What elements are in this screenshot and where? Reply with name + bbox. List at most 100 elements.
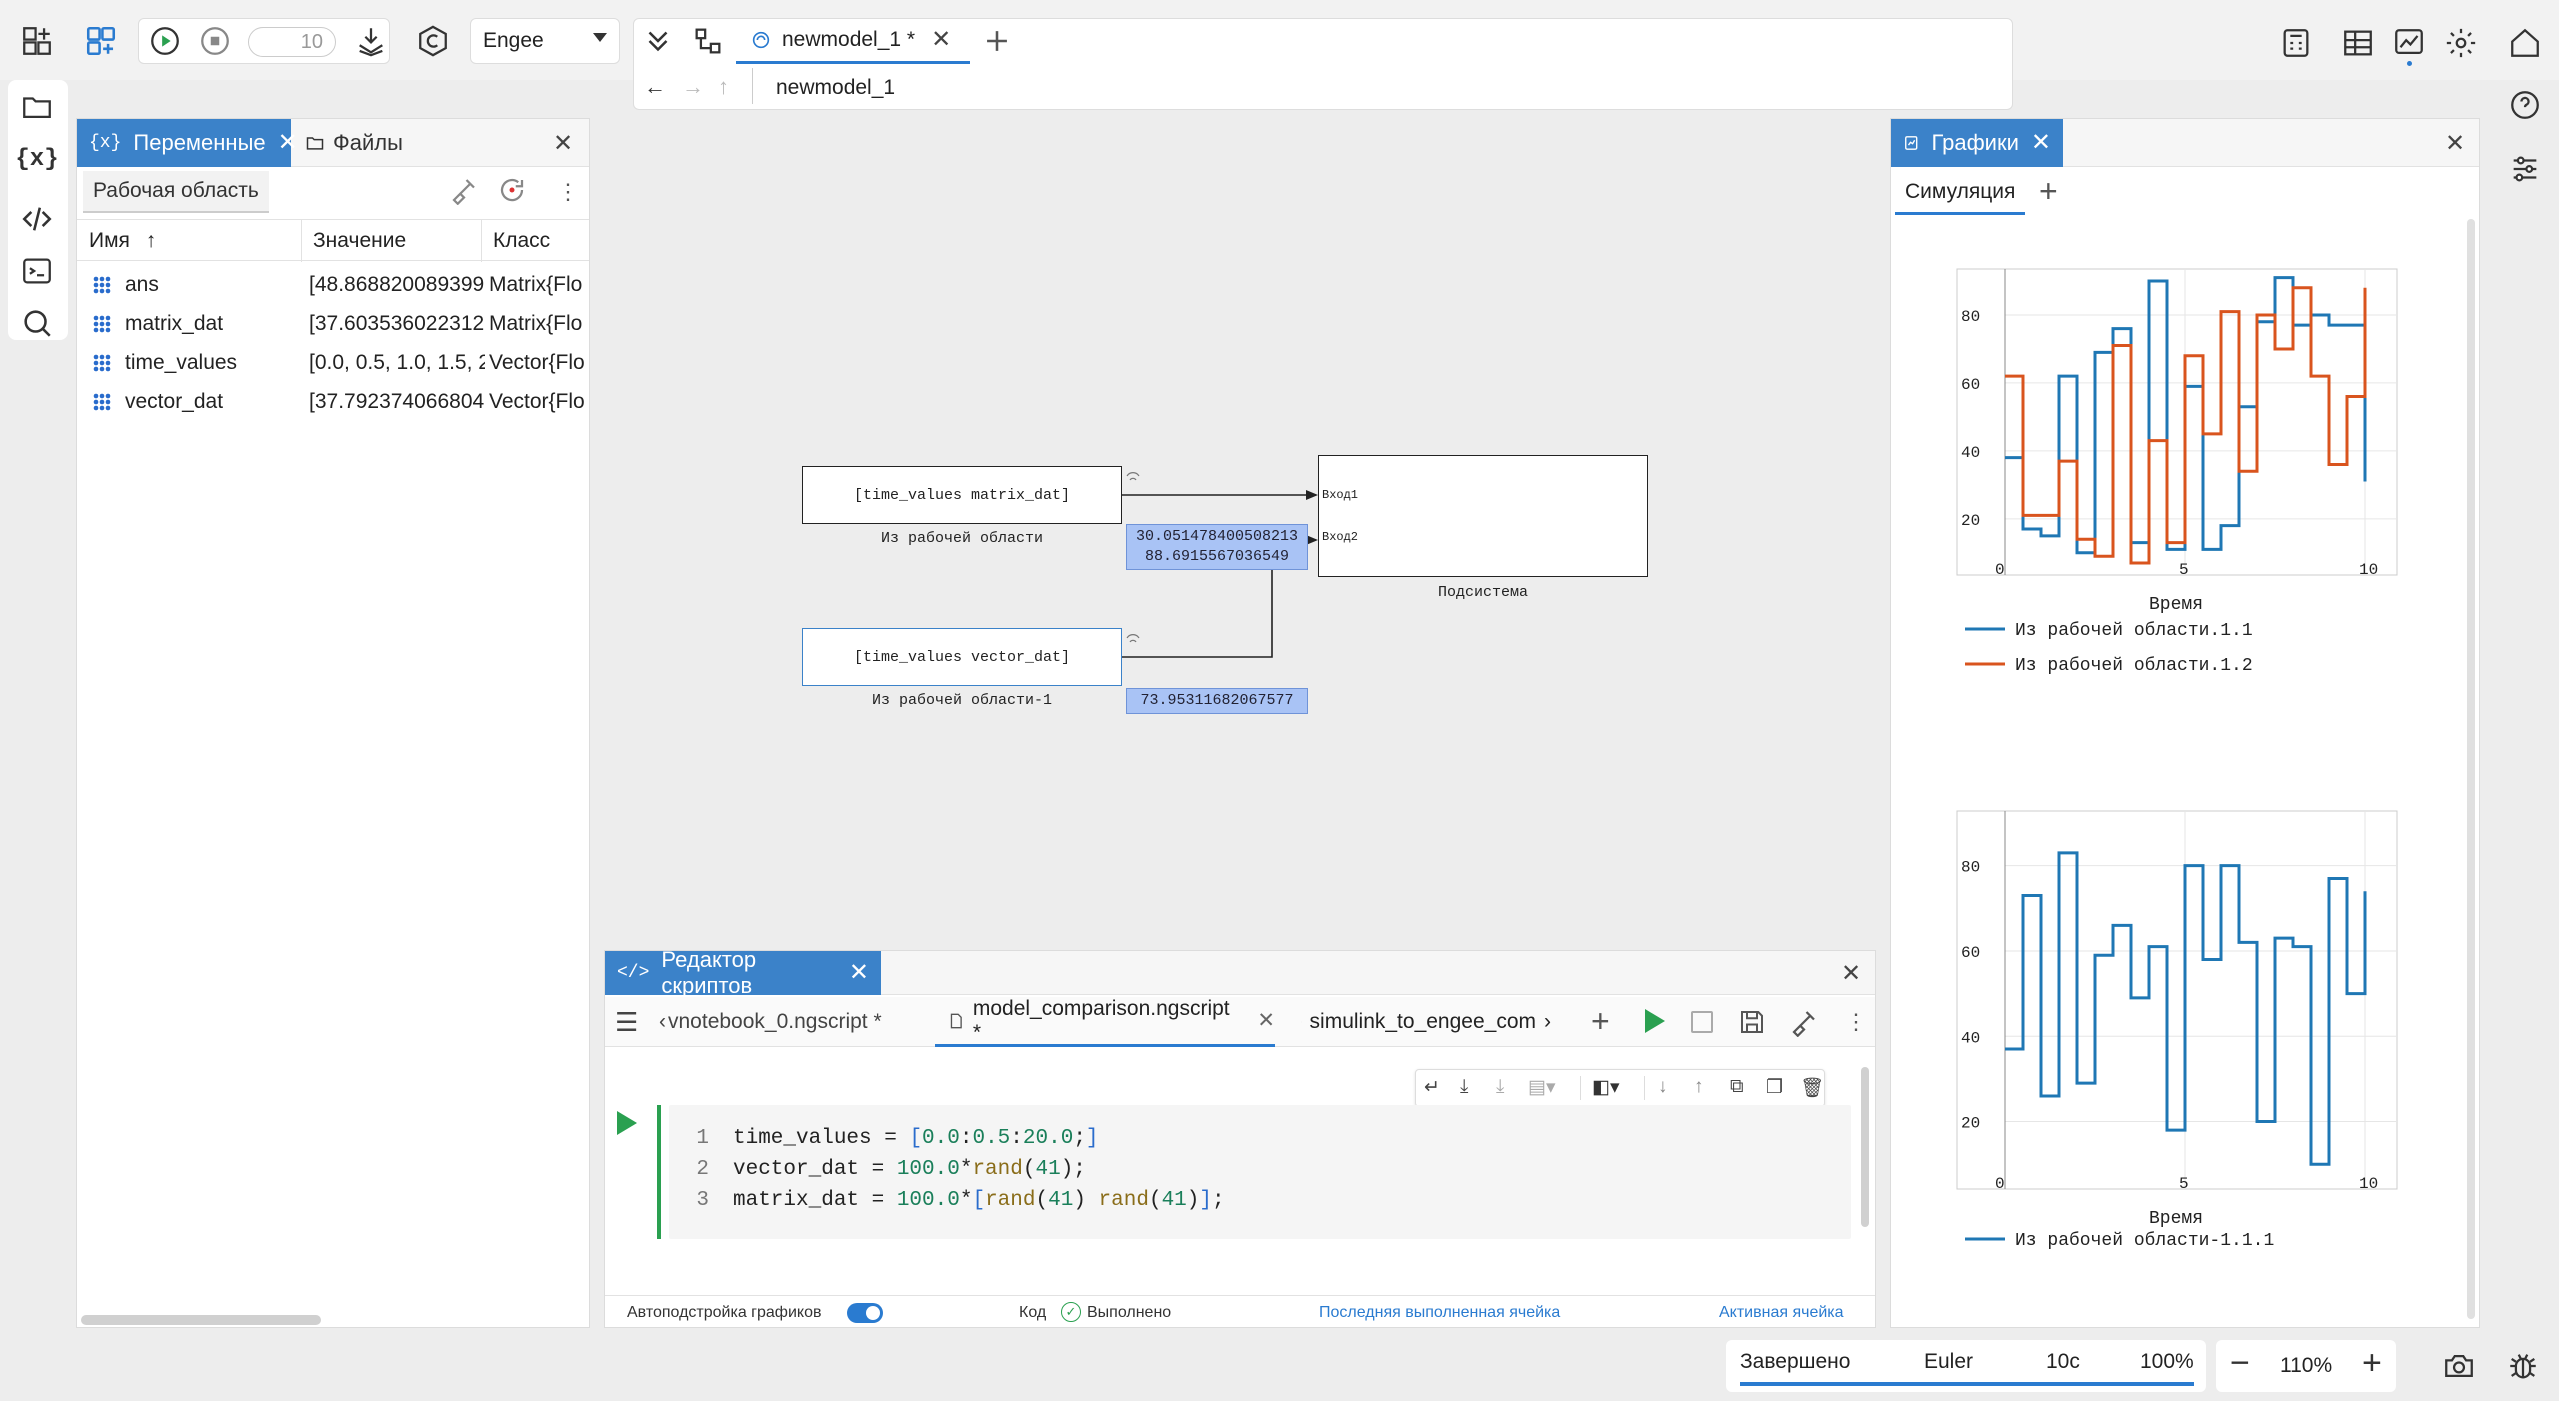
status-time: 10с — [2046, 1350, 2080, 1373]
run-cell-icon[interactable] — [617, 1111, 637, 1135]
file-tab-active[interactable]: model_comparison.ngscript * ✕ — [935, 997, 1275, 1047]
script-icon — [1301, 1021, 1302, 1023]
copy-icon[interactable]: ⧉ — [1730, 1076, 1744, 1098]
tab-script-editor-label: Редактор скриптов — [661, 947, 757, 998]
file-tab-label: simulink_to_engee_com — [1309, 1010, 1536, 1033]
code-text: vector_dat = 100.0*rand(41); — [733, 1158, 1086, 1181]
x-tick-label: 0 — [1995, 1175, 2005, 1193]
status-solver: Euler — [1924, 1350, 1974, 1373]
add-plot-tab-icon[interactable]: + — [2039, 173, 2058, 210]
tab-simulation-label: Симуляция — [1905, 179, 2016, 203]
y-tick-label: 80 — [1961, 308, 1980, 326]
autoplot-toggle[interactable] — [847, 1303, 883, 1323]
chevron-left-icon: ‹ — [659, 1010, 666, 1033]
y-tick-label: 40 — [1961, 1029, 1980, 1047]
check-icon: ✓ — [1061, 1302, 1081, 1322]
line-number: 2 — [696, 1158, 709, 1181]
zoom-out-button[interactable]: − — [2230, 1344, 2250, 1383]
toggle-knob — [866, 1306, 880, 1320]
autoplot-label: Автоподстройка графиков — [627, 1304, 822, 1321]
file-tab-label: vnotebook_0.ngscript * — [668, 1010, 882, 1033]
script-icon — [950, 1013, 962, 1028]
file-tab[interactable]: ‹ vnotebook_0.ngscript * — [659, 997, 941, 1047]
wrap-icon[interactable]: ↵ — [1424, 1076, 1440, 1099]
camera-icon[interactable] — [2434, 1341, 2484, 1391]
signal-probe[interactable]: 30.051478400508213 88.6915567036549 — [1126, 524, 1308, 570]
legend-label: Из рабочей области.1.2 — [2015, 655, 2253, 676]
file-tab[interactable]: simulink_to_engee_com › — [1289, 997, 1551, 1047]
close-icon[interactable]: ✕ — [2031, 131, 2051, 155]
cell-type-icon[interactable]: ▤▾ — [1528, 1076, 1556, 1099]
tab-simulation[interactable]: Симуляция — [1895, 171, 2026, 215]
zoom-control: − 110% + — [2216, 1340, 2396, 1392]
y-tick-label: 40 — [1961, 444, 1980, 462]
progress-bar — [1740, 1382, 2194, 1386]
x-tick-label: 10 — [2359, 561, 2378, 579]
save-icon[interactable] — [1737, 1007, 1767, 1043]
x-axis-label: Время — [2149, 1209, 2203, 1229]
code-icon: </> — [617, 963, 650, 983]
code-line: 2 vector_dat = 100.0*rand(41); — [669, 1154, 1225, 1185]
code-lines: 1 time_values = [0.0:0.5:20.0;] 2 vector_da… — [669, 1123, 1225, 1216]
close-icon[interactable]: ✕ — [1841, 959, 1861, 988]
code-label: Код — [1019, 1304, 1047, 1321]
close-icon[interactable]: ✕ — [1257, 1008, 1275, 1033]
add-tab-icon[interactable]: + — [1591, 1003, 1610, 1040]
download-icon[interactable]: ⤓ — [1496, 1076, 1504, 1098]
zoom-in-button[interactable]: + — [2362, 1344, 2382, 1383]
tab-plots[interactable]: Графики ✕ — [1891, 119, 2063, 167]
y-tick-label: 20 — [1961, 512, 1980, 530]
close-icon[interactable]: ✕ — [849, 961, 869, 985]
probe-value: 88.6915567036549 — [1144, 548, 1290, 565]
probe-value: 73.95311682067577 — [1140, 692, 1294, 709]
y-tick-label: 20 — [1961, 1115, 1980, 1133]
cell-divider — [1580, 1076, 1581, 1100]
plots-panel: Графики ✕ ✕ Симуляция + 20 40 60 80 0 5 10 Врем… — [1890, 118, 2480, 1328]
x-tick-label: 5 — [2179, 561, 2189, 579]
code-line: 3 matrix_dat = 100.0*[rand(41) rand(41)]; — [669, 1185, 1225, 1216]
close-icon[interactable]: ✕ — [2445, 129, 2465, 158]
last-cell-link[interactable]: Последняя выполненная ячейка — [1319, 1304, 1560, 1322]
cell-divider — [1644, 1076, 1645, 1100]
active-cell-link[interactable]: Активная ячейка — [1719, 1304, 1844, 1322]
script-editor-panel: </> Редактор скриптов ✕ ✕ ☰ ‹ vnotebook_… — [604, 947, 1876, 1328]
signal-probe[interactable]: 73.95311682067577 — [1126, 688, 1308, 714]
output-toggle-icon[interactable]: ◧▾ — [1592, 1076, 1620, 1099]
cell-toolbar: ↵ ⤓ ⤓ ▤▾ ◧▾ ↓ ↑ ⧉ ❐ 🗑 — [1415, 1069, 1825, 1107]
x-axis-label: Время — [2149, 595, 2203, 615]
move-up-icon[interactable]: ↑ — [1694, 1076, 1704, 1098]
debug-icon[interactable] — [2498, 1341, 2548, 1391]
plots-area: 20 40 60 80 0 5 10 Время Из рабочей области.1.1 И… — [1956, 268, 2398, 1251]
code-text: matrix_dat = 100.0*[rand(41) rand(41)]; — [733, 1189, 1225, 1212]
line-number: 3 — [696, 1189, 709, 1212]
vertical-scrollbar[interactable] — [1861, 1067, 1869, 1227]
tab-script-editor[interactable]: </> Редактор скриптов ✕ — [605, 947, 881, 998]
y-tick-label: 60 — [1961, 944, 1980, 962]
duplicate-icon[interactable]: ❐ — [1766, 1076, 1783, 1099]
chevron-right-icon: › — [1544, 1010, 1551, 1033]
status-state: Завершено — [1740, 1350, 1851, 1373]
trash-icon[interactable]: 🗑 — [1800, 1076, 1824, 1100]
vertical-scrollbar[interactable] — [2467, 219, 2475, 1319]
done-label: Выполнено — [1087, 1304, 1172, 1321]
run-script-icon[interactable] — [1645, 1009, 1665, 1033]
plot-icon — [1905, 136, 1918, 150]
x-tick-label: 5 — [2179, 1175, 2189, 1193]
zoom-level[interactable]: 110% — [2280, 1354, 2332, 1378]
insert-below-icon[interactable]: ⤓ — [1460, 1076, 1468, 1098]
legend-label: Из рабочей области-1.1.1 — [2015, 1230, 2274, 1251]
file-tab-label: model_comparison.ngscript * — [972, 996, 1230, 1044]
code-text: time_values = [0.0:0.5:20.0;] — [733, 1127, 1099, 1150]
code-line: 1 time_values = [0.0:0.5:20.0;] — [669, 1123, 1225, 1154]
status-progress-label: 100% — [2140, 1350, 2194, 1373]
y-tick-label: 60 — [1961, 376, 1980, 394]
stop-script-icon[interactable] — [1691, 1011, 1713, 1033]
clear-icon[interactable] — [1789, 1007, 1819, 1043]
more-icon[interactable]: ⋮ — [1845, 1009, 1867, 1035]
move-down-icon[interactable]: ↓ — [1658, 1076, 1668, 1098]
list-icon[interactable]: ☰ — [615, 1007, 638, 1038]
probe-value: 30.051478400508213 — [1135, 528, 1299, 545]
legend-label: Из рабочей области.1.1 — [2015, 620, 2253, 641]
editor-status-bar: Автоподстройка графиков Код ✓ Выполнено … — [605, 1295, 1875, 1327]
simulation-status: Завершено Euler 10с 100% — [1726, 1340, 2206, 1392]
